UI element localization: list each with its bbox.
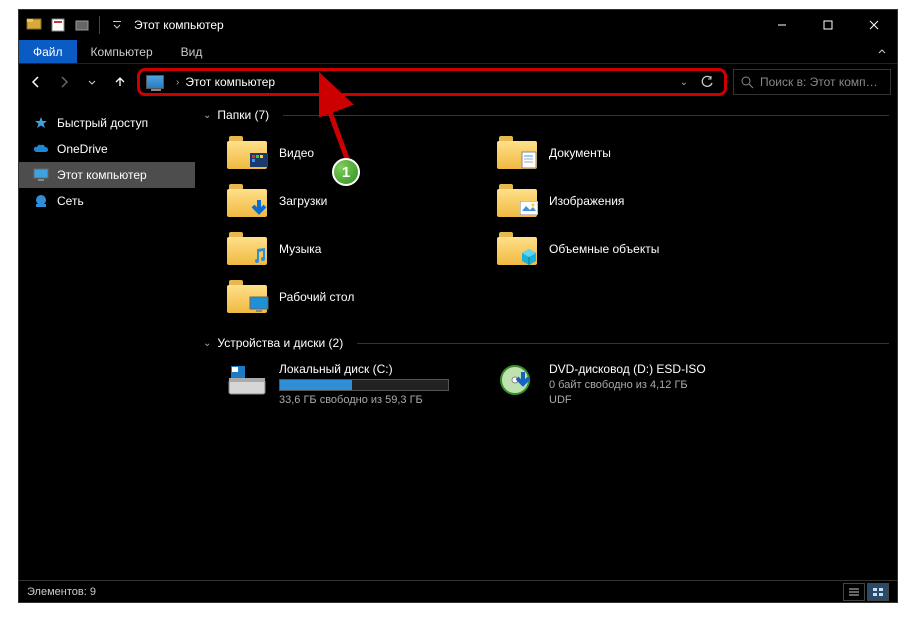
qat-properties-icon[interactable] [47, 14, 69, 36]
search-icon [740, 75, 754, 89]
view-tiles-button[interactable] [867, 583, 889, 601]
search-placeholder: Поиск в: Этот комп… [760, 75, 878, 89]
star-icon [33, 115, 49, 131]
group-header-drives[interactable]: ⌄ Устройства и диски (2) [195, 332, 897, 354]
maximize-button[interactable] [805, 10, 851, 40]
folder-icon [227, 184, 267, 218]
drive-dvd-d[interactable]: DVD-дисковод (D:) ESD-ISO 0 байт свободн… [497, 362, 777, 406]
forward-button[interactable] [53, 71, 75, 93]
drive-capacity-bar [279, 379, 449, 391]
pc-icon [33, 167, 49, 183]
sidebar-item-label: Быстрый доступ [57, 116, 148, 130]
folder-icon [227, 232, 267, 266]
qat-new-folder-icon[interactable] [71, 14, 93, 36]
up-button[interactable] [109, 71, 131, 93]
back-button[interactable] [25, 71, 47, 93]
picture-overlay-icon [519, 198, 539, 218]
music-overlay-icon [249, 246, 269, 266]
folder-music[interactable]: Музыка [227, 228, 477, 270]
folder-label: Объемные объекты [549, 242, 659, 256]
folder-documents[interactable]: Документы [497, 132, 747, 174]
folder-label: Рабочий стол [279, 290, 354, 304]
sidebar-item-label: OneDrive [57, 142, 108, 156]
dvd-icon [497, 362, 537, 398]
drive-free-space: 33,6 ГБ свободно из 59,3 ГБ [279, 394, 449, 406]
explorer-window: Этот компьютер Файл Компьютер Вид › Этот… [18, 9, 898, 603]
sidebar-item-quick-access[interactable]: Быстрый доступ [19, 110, 195, 136]
titlebar: Этот компьютер [19, 10, 897, 40]
ribbon-collapse-icon[interactable] [867, 40, 897, 63]
folder-icon [227, 136, 267, 170]
group-header-label: Папки (7) [217, 108, 269, 122]
sidebar-item-label: Сеть [57, 194, 84, 208]
folder-label: Изображения [549, 194, 624, 208]
sidebar-item-network[interactable]: Сеть [19, 188, 195, 214]
minimize-button[interactable] [759, 10, 805, 40]
folder-desktop[interactable]: Рабочий стол [227, 276, 477, 318]
tab-view[interactable]: Вид [167, 40, 217, 63]
chevron-down-icon: ⌄ [203, 110, 211, 121]
close-button[interactable] [851, 10, 897, 40]
folder-label: Видео [279, 146, 314, 160]
desktop-overlay-icon [249, 294, 269, 314]
refresh-button[interactable] [696, 75, 718, 89]
download-overlay-icon [249, 198, 269, 218]
drive-name: Локальный диск (C:) [279, 362, 449, 376]
hdd-icon [227, 362, 267, 398]
ribbon-tabs: Файл Компьютер Вид [19, 40, 897, 64]
folder-3d-objects[interactable]: Объемные объекты [497, 228, 747, 270]
breadcrumb-separator-icon: › [176, 77, 179, 88]
content-pane: ⌄ Папки (7) Видео Документы [195, 100, 897, 580]
drive-free-space: 0 байт свободно из 4,12 ГБ [549, 379, 706, 391]
window-title: Этот компьютер [134, 18, 224, 32]
group-header-folders[interactable]: ⌄ Папки (7) [195, 104, 897, 126]
sidebar-item-this-pc[interactable]: Этот компьютер [19, 162, 195, 188]
folder-icon [227, 280, 267, 314]
breadcrumb-location[interactable]: Этот компьютер [185, 75, 275, 89]
address-bar[interactable]: › Этот компьютер ⌄ [137, 68, 727, 96]
folder-pictures[interactable]: Изображения [497, 180, 747, 222]
group-header-label: Устройства и диски (2) [217, 336, 343, 350]
folder-icon [497, 136, 537, 170]
network-icon [33, 193, 49, 209]
pc-icon [146, 75, 164, 89]
view-details-button[interactable] [843, 583, 865, 601]
folder-icon [497, 232, 537, 266]
tab-file[interactable]: Файл [19, 40, 77, 63]
tab-computer[interactable]: Компьютер [77, 40, 167, 63]
folder-label: Загрузки [279, 194, 327, 208]
drive-name: DVD-дисковод (D:) ESD-ISO [549, 362, 706, 376]
qat-dropdown-icon[interactable] [106, 14, 128, 36]
qat-separator [99, 16, 100, 34]
sidebar-item-label: Этот компьютер [57, 168, 147, 182]
status-item-count: Элементов: 9 [27, 586, 96, 598]
status-bar: Элементов: 9 [19, 580, 897, 602]
cube-overlay-icon [519, 246, 539, 266]
address-history-dropdown[interactable]: ⌄ [672, 77, 696, 88]
navigation-pane: Быстрый доступ OneDrive Этот компьютер С… [19, 100, 195, 580]
recent-locations-dropdown[interactable] [81, 71, 103, 93]
folder-downloads[interactable]: Загрузки [227, 180, 477, 222]
chevron-down-icon: ⌄ [203, 338, 211, 349]
folder-icon [497, 184, 537, 218]
folder-label: Музыка [279, 242, 321, 256]
navigation-row: › Этот компьютер ⌄ Поиск в: Этот комп… [19, 64, 897, 100]
video-overlay-icon [249, 150, 269, 170]
document-overlay-icon [519, 150, 539, 170]
folder-videos[interactable]: Видео [227, 132, 477, 174]
folder-label: Документы [549, 146, 611, 160]
drive-local-c[interactable]: Локальный диск (C:) 33,6 ГБ свободно из … [227, 362, 477, 406]
app-icon [23, 14, 45, 36]
cloud-icon [33, 141, 49, 157]
drive-filesystem: UDF [549, 394, 706, 406]
sidebar-item-onedrive[interactable]: OneDrive [19, 136, 195, 162]
search-input[interactable]: Поиск в: Этот комп… [733, 69, 891, 95]
